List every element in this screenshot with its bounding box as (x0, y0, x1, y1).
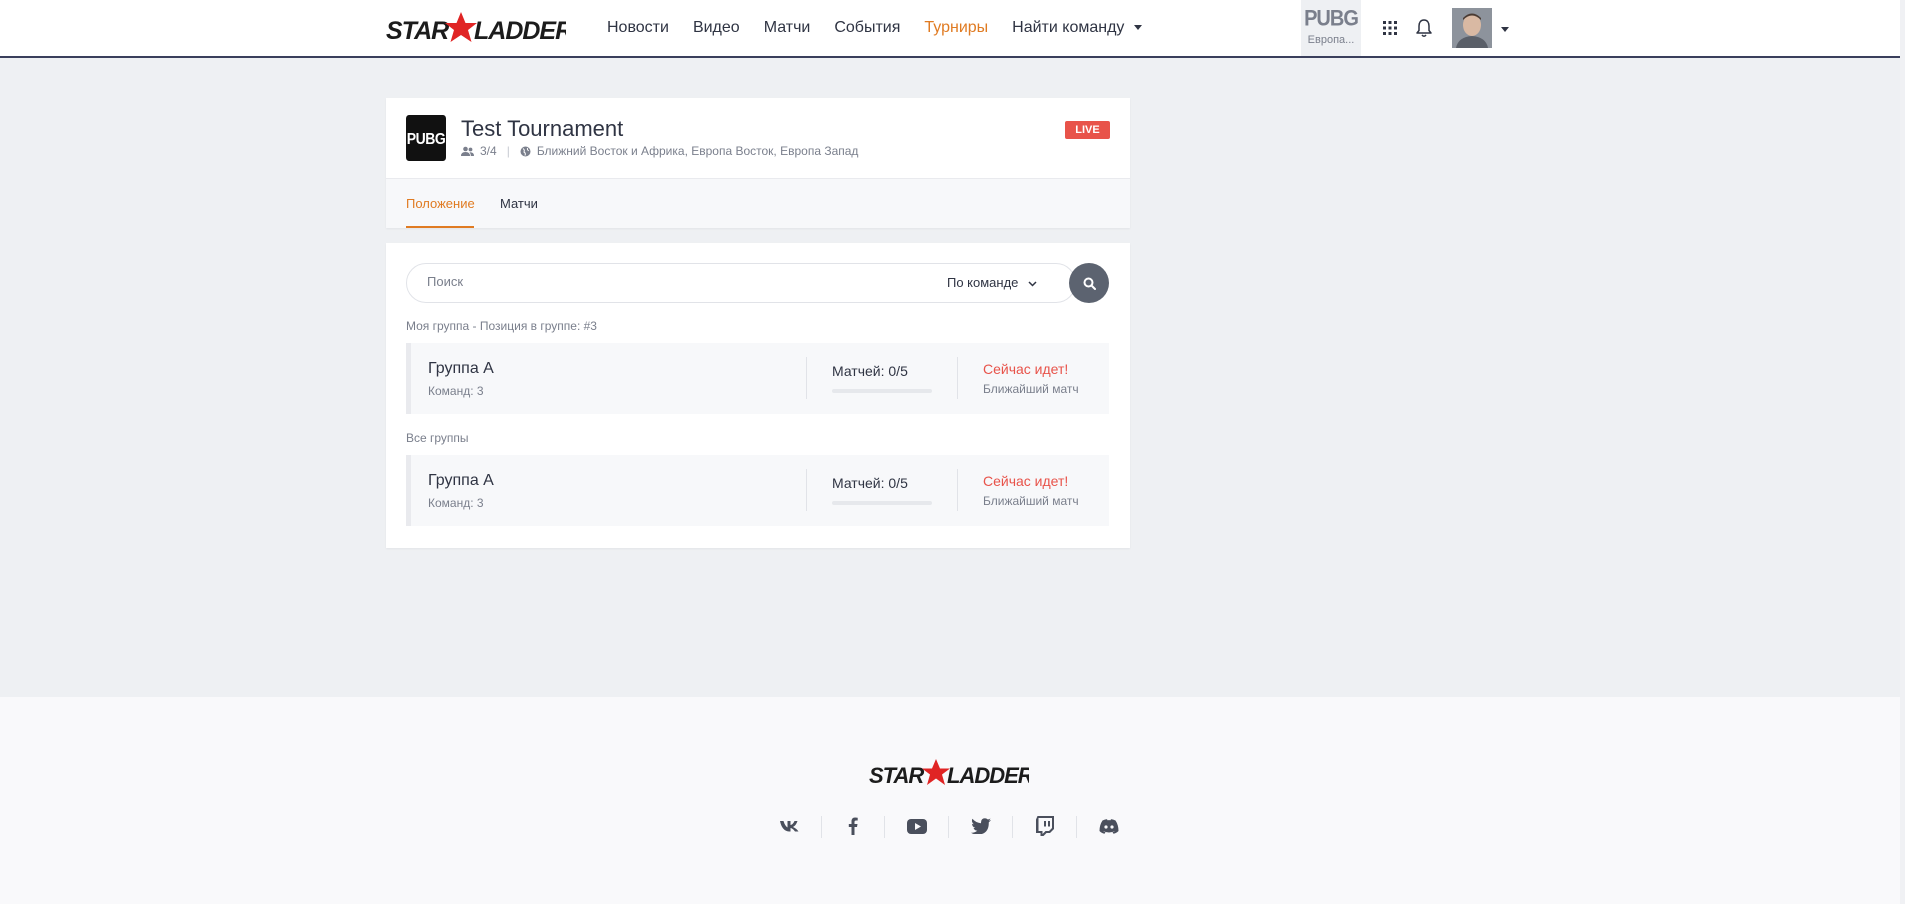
active-tab-indicator (406, 226, 474, 228)
search-icon (1083, 277, 1096, 290)
svg-text:LADDER: LADDER (947, 763, 1029, 788)
starladder-logo[interactable]: STAR LADDER (386, 9, 566, 47)
row-divider (806, 469, 807, 511)
social-divider (948, 816, 949, 838)
all-groups-label: Все группы (406, 431, 469, 445)
social-divider (884, 816, 885, 838)
group-name: Группа A (428, 472, 494, 489)
bell-icon[interactable] (1414, 18, 1434, 38)
page-title: Test Tournament (461, 116, 624, 141)
my-group-row[interactable]: Группа A Команд: 3 Матчей: 0/5 Сейчас ид… (406, 343, 1109, 414)
nav-find-team[interactable]: Найти команду (1012, 19, 1143, 37)
my-group-label: Моя группа - Позиция в группе: #3 (406, 319, 597, 333)
svg-text:STAR: STAR (869, 763, 924, 788)
avatar-image (1452, 8, 1492, 48)
search-filter-dropdown[interactable]: По команде (947, 275, 1037, 290)
apps-grid-icon[interactable] (1380, 18, 1400, 38)
footer: STAR LADDER (0, 697, 1900, 904)
social-divider (1012, 816, 1013, 838)
game-switcher[interactable]: PUBG Европа... (1301, 0, 1361, 56)
tab-standings[interactable]: Положение (406, 196, 475, 211)
youtube-icon[interactable] (905, 814, 929, 838)
users-icon (461, 146, 474, 156)
avatar[interactable] (1452, 8, 1492, 48)
group-matches: Матчей: 0/5 (832, 363, 908, 379)
discord-icon[interactable] (1097, 814, 1121, 838)
social-divider (821, 816, 822, 838)
group-name: Группа A (428, 360, 494, 377)
search-input[interactable] (427, 274, 907, 289)
game-switcher-logo: PUBG (1304, 6, 1359, 32)
twitch-icon[interactable] (1033, 814, 1057, 838)
group-matches: Матчей: 0/5 (832, 475, 908, 491)
tournament-meta: 3/4 | Ближний Восток и Африка, Европа Во… (461, 144, 858, 158)
nav-news[interactable]: Новости (607, 19, 669, 37)
footer-starladder-logo[interactable]: STAR LADDER (869, 756, 1029, 790)
chevron-down-icon (1134, 25, 1143, 31)
game-badge: PUBG (406, 115, 446, 161)
nav-tournaments[interactable]: Турниры (924, 19, 988, 37)
search-button[interactable] (1069, 263, 1109, 303)
teams-count: 3/4 (480, 144, 497, 158)
group-status: Сейчас идет! (983, 361, 1069, 377)
user-menu-chevron-down-icon[interactable] (1501, 27, 1509, 32)
live-badge: LIVE (1065, 121, 1110, 139)
group-next-match: Ближайший матч (983, 382, 1079, 396)
group-row[interactable]: Группа A Команд: 3 Матчей: 0/5 Сейчас ид… (406, 455, 1109, 526)
group-progress-bar (832, 501, 932, 505)
chevron-down-icon (1028, 281, 1037, 287)
vk-icon[interactable] (778, 814, 802, 838)
main-nav: Новости Видео Матчи События Турниры Найт… (607, 0, 1166, 56)
nav-video[interactable]: Видео (693, 19, 740, 37)
group-teams-count: Команд: 3 (428, 384, 484, 398)
regions-text: Ближний Восток и Африка, Европа Восток, … (536, 144, 859, 158)
scrollbar[interactable] (1900, 0, 1905, 904)
search-filter-label: По команде (947, 275, 1019, 290)
game-switcher-region: Европа... (1307, 34, 1355, 46)
search-bar: По команде (406, 263, 1076, 303)
tab-matches[interactable]: Матчи (500, 196, 538, 211)
group-teams-count: Команд: 3 (428, 496, 484, 510)
meta-divider: | (506, 144, 510, 158)
group-status: Сейчас идет! (983, 473, 1069, 489)
nav-matches[interactable]: Матчи (764, 19, 811, 37)
social-divider (1076, 816, 1077, 838)
nav-events[interactable]: События (834, 19, 900, 37)
group-progress-bar (832, 389, 932, 393)
tournament-header-card: PUBG Test Tournament 3/4 | Ближний Восто… (386, 98, 1130, 228)
row-divider (806, 357, 807, 399)
svg-text:STAR: STAR (386, 17, 449, 45)
globe-icon (520, 146, 531, 156)
tournament-tabs: Положение Матчи (386, 178, 1130, 228)
svg-text:LADDER: LADDER (474, 17, 566, 45)
top-header: STAR LADDER Новости Видео Матчи События … (0, 0, 1905, 58)
standings-card: По команде Моя группа - Позиция в группе… (386, 243, 1130, 548)
twitter-icon[interactable] (969, 814, 993, 838)
facebook-icon[interactable] (841, 814, 865, 838)
row-divider (957, 469, 958, 511)
row-divider (957, 357, 958, 399)
group-next-match: Ближайший матч (983, 494, 1079, 508)
nav-find-team-label: Найти команду (1012, 19, 1125, 36)
